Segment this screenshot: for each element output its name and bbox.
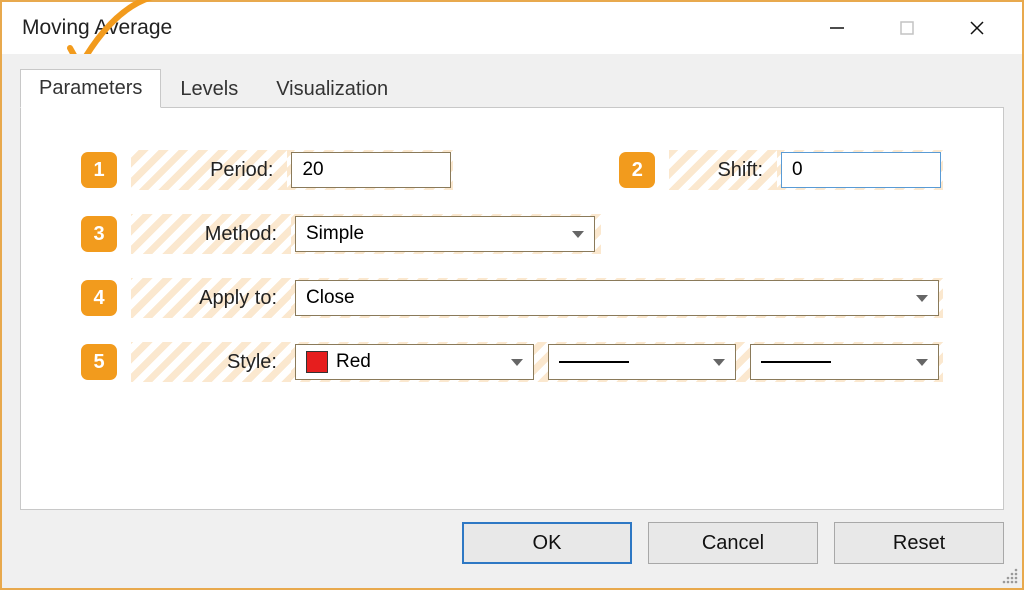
- row-applyto: 4 Apply to: Close: [81, 278, 943, 318]
- chevron-down-icon: [511, 359, 523, 366]
- minimize-button[interactable]: [822, 13, 852, 43]
- row-style: 5 Style: Red: [81, 342, 943, 382]
- cancel-button[interactable]: Cancel: [648, 522, 818, 564]
- style-linewidth-select[interactable]: [750, 344, 939, 380]
- badge-5: 5: [81, 344, 117, 380]
- maximize-button[interactable]: [892, 13, 922, 43]
- tab-visualization[interactable]: Visualization: [257, 70, 407, 108]
- period-input[interactable]: [291, 152, 451, 188]
- close-button[interactable]: [962, 13, 992, 43]
- badge-4: 4: [81, 280, 117, 316]
- resize-grip-icon[interactable]: [1000, 566, 1020, 586]
- shift-input[interactable]: [781, 152, 941, 188]
- ok-button[interactable]: OK: [462, 522, 632, 564]
- client-area: Parameters Levels Visualization 1 Period…: [2, 54, 1022, 588]
- line-width-icon: [761, 361, 831, 363]
- tab-levels[interactable]: Levels: [161, 70, 257, 108]
- applyto-value: Close: [306, 287, 355, 309]
- chevron-down-icon: [916, 359, 928, 366]
- line-pattern-icon: [559, 361, 629, 363]
- titlebar: Moving Average: [2, 2, 1022, 54]
- method-label: Method:: [131, 214, 291, 254]
- style-label: Style:: [131, 342, 291, 382]
- shift-label: Shift:: [669, 150, 777, 190]
- dialog-window: Moving Average Parameters Levels Visuali…: [0, 0, 1024, 590]
- chevron-down-icon: [916, 295, 928, 302]
- applyto-label: Apply to:: [131, 278, 291, 318]
- style-color-select[interactable]: Red: [295, 344, 534, 380]
- applyto-select[interactable]: Close: [295, 280, 939, 316]
- window-title: Moving Average: [22, 16, 172, 40]
- chevron-down-icon: [572, 231, 584, 238]
- reset-button[interactable]: Reset: [834, 522, 1004, 564]
- window-buttons: [822, 13, 1002, 43]
- row-method: 3 Method: Simple: [81, 214, 943, 254]
- tab-body: 1 Period: 2 Shift: 3 Method: Simple: [20, 107, 1004, 510]
- method-value: Simple: [306, 223, 364, 245]
- dialog-footer: OK Cancel Reset: [20, 522, 1004, 570]
- method-select[interactable]: Simple: [295, 216, 595, 252]
- row-period-shift: 1 Period: 2 Shift:: [81, 150, 943, 190]
- badge-3: 3: [81, 216, 117, 252]
- tab-parameters[interactable]: Parameters: [20, 69, 161, 108]
- style-linepattern-select[interactable]: [548, 344, 737, 380]
- color-swatch-icon: [306, 351, 328, 373]
- style-color-name: Red: [336, 351, 371, 373]
- chevron-down-icon: [713, 359, 725, 366]
- tabstrip: Parameters Levels Visualization: [2, 66, 1022, 108]
- badge-2: 2: [619, 152, 655, 188]
- badge-1: 1: [81, 152, 117, 188]
- period-label: Period:: [131, 150, 287, 190]
